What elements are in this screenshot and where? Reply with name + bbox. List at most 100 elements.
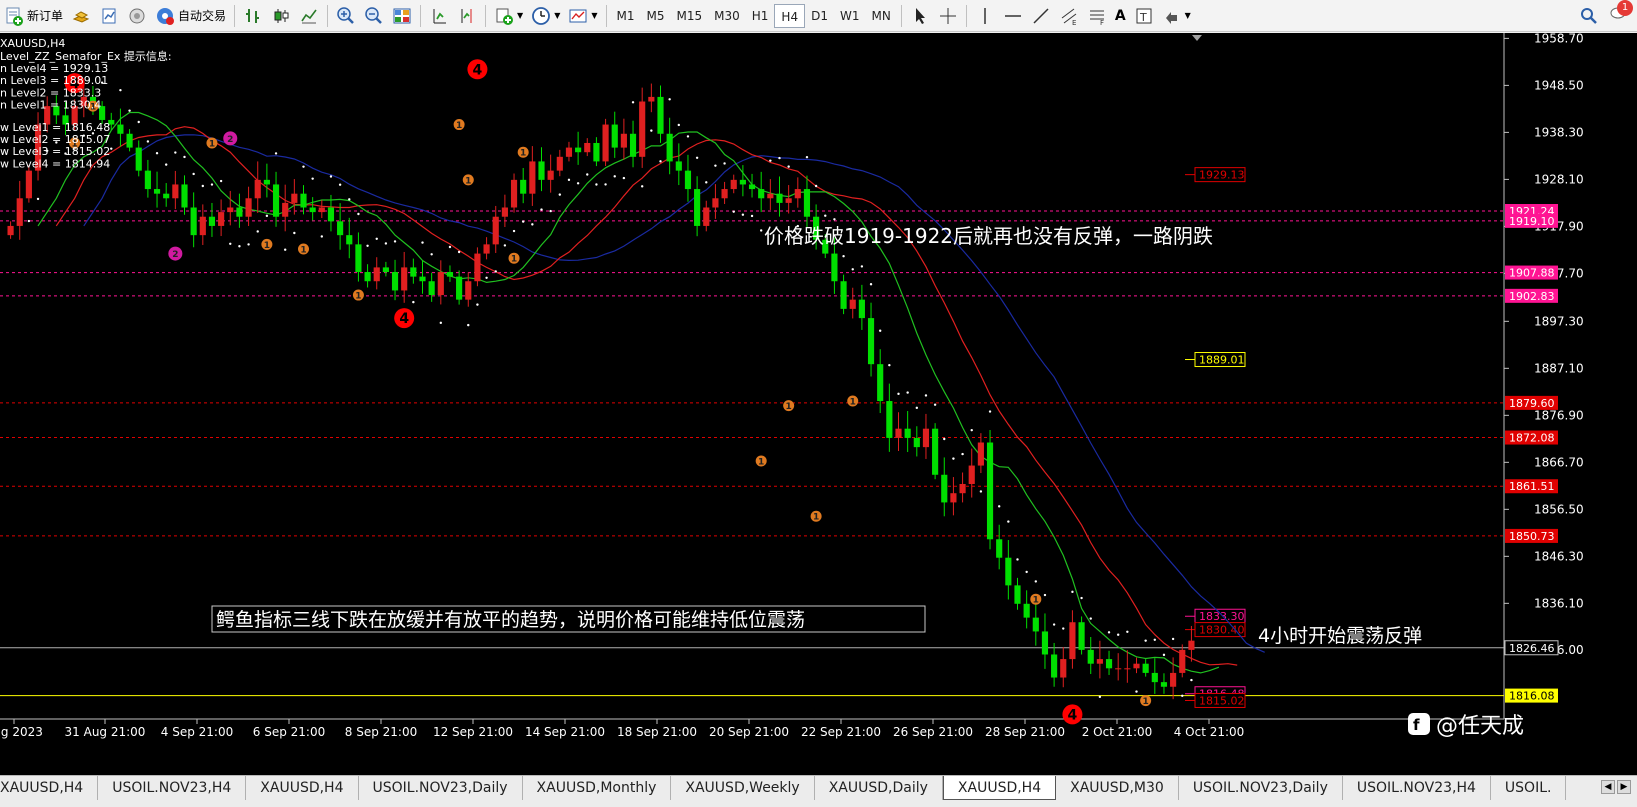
- signals-button[interactable]: [123, 3, 151, 29]
- timeframe-m1-button[interactable]: M1: [611, 4, 641, 28]
- auto-scroll-icon: [429, 6, 449, 26]
- sar-dot: [1071, 590, 1074, 594]
- sar-dot: [558, 193, 562, 196]
- sar-dot: [137, 120, 140, 124]
- candle-body: [208, 216, 216, 226]
- chart-tab[interactable]: XAUUSD,H4: [0, 776, 99, 800]
- candle-body: [877, 364, 884, 402]
- chart-tab[interactable]: XAUUSD,H4: [246, 776, 359, 800]
- periods-button[interactable]: ▼: [527, 3, 564, 29]
- sar-dot: [686, 135, 690, 138]
- sar-dot: [576, 182, 580, 185]
- timeframe-h1-button[interactable]: H1: [746, 4, 775, 28]
- zoom-in-button[interactable]: [332, 3, 360, 29]
- timeframe-h4-button[interactable]: H4: [774, 3, 806, 28]
- crosshair-button[interactable]: [934, 3, 962, 29]
- timeframe-m15-button[interactable]: M15: [671, 4, 709, 28]
- price-tick-label: 1876.90: [1534, 408, 1584, 422]
- candle-body: [730, 179, 737, 190]
- auto-scroll-button[interactable]: [425, 3, 453, 29]
- vertical-line-button[interactable]: [971, 3, 999, 29]
- semafor-marker-label: 2: [227, 135, 233, 145]
- semafor-marker-label: 4: [1068, 707, 1078, 723]
- chart-shift-button[interactable]: [453, 3, 481, 29]
- sar-dot: [457, 250, 461, 254]
- timeframe-d1-button[interactable]: D1: [805, 4, 834, 28]
- timeframe-m5-button[interactable]: M5: [641, 4, 671, 28]
- timeframe-w1-button[interactable]: W1: [834, 4, 866, 28]
- sar-dot: [201, 184, 205, 188]
- bid-price-label: 1826.46: [1509, 642, 1555, 655]
- time-tick-label: 12 Sep 21:00: [433, 725, 513, 739]
- templates-button[interactable]: ▼: [564, 3, 601, 29]
- price-chart[interactable]: 1958.701948.501938.301928.101917.901907.…: [0, 31, 1637, 775]
- sar-dot: [695, 156, 699, 160]
- level-box-label: 1833.30: [1199, 610, 1245, 623]
- annotation-alligator: 鳄鱼指标三线下跌在放缓并有放平的趋势，说明价格可能维持低位震荡: [216, 609, 805, 631]
- fibonacci-button[interactable]: F: [1083, 3, 1111, 29]
- auto-trade-button[interactable]: 自动交易: [151, 3, 230, 29]
- tab-scroll-left-icon[interactable]: ◀: [1601, 780, 1615, 794]
- chart-tab[interactable]: USOIL.: [1490, 776, 1567, 800]
- text-tool-icon: A: [1114, 7, 1126, 24]
- sar-dot: [677, 123, 681, 127]
- chart-tab[interactable]: USOIL.NOV23,Daily: [358, 776, 523, 800]
- chart-tab[interactable]: XAUUSD,Weekly: [671, 776, 815, 800]
- sar-dot: [622, 176, 626, 180]
- sar-dot: [155, 152, 159, 155]
- history-button[interactable]: [67, 3, 95, 29]
- sar-dot: [549, 209, 552, 213]
- line-chart-button[interactable]: [295, 3, 323, 29]
- chart-tab[interactable]: XAUUSD,H4: [942, 776, 1057, 800]
- text-label-button[interactable]: T: [1130, 3, 1158, 29]
- time-tick-label: 18 Sep 21:00: [617, 725, 697, 739]
- tile-windows-button[interactable]: [388, 3, 416, 29]
- bar-chart-button[interactable]: [239, 3, 267, 29]
- sar-dot: [1135, 690, 1138, 693]
- sar-dot: [293, 231, 296, 235]
- market-watch-button[interactable]: [95, 3, 123, 29]
- sar-dot: [1181, 694, 1184, 697]
- horizontal-line-button[interactable]: [999, 3, 1027, 29]
- candlestick-button[interactable]: [267, 3, 295, 29]
- chart-tab[interactable]: USOIL.NOV23,Daily: [1178, 776, 1343, 800]
- radar-icon: [127, 6, 147, 26]
- sar-dot: [613, 175, 616, 178]
- chart-tab[interactable]: XAUUSD,M30: [1056, 776, 1179, 800]
- chart-shift-icon: [457, 6, 477, 26]
- sar-dot: [229, 242, 232, 245]
- new-order-button[interactable]: 新订单: [0, 3, 67, 29]
- chart-tab[interactable]: USOIL.NOV23,H4: [98, 776, 247, 800]
- chart-window[interactable]: 1958.70 1948.50 1938.30 1928.10 1917.90 1907.…: [0, 31, 1637, 775]
- sar-dot: [1007, 520, 1010, 523]
- arrows-button[interactable]: ▼: [1158, 3, 1195, 29]
- channel-button[interactable]: E: [1055, 3, 1083, 29]
- sar-dot: [393, 240, 397, 243]
- fibonacci-icon: F: [1087, 6, 1107, 27]
- tab-scroll-right-icon[interactable]: ▶: [1617, 780, 1631, 794]
- semafor-marker-label: 1: [300, 245, 306, 255]
- text-button[interactable]: A: [1111, 3, 1130, 29]
- candle-body: [959, 483, 966, 494]
- cursor-button[interactable]: [906, 3, 934, 29]
- auto-trade-label: 自动交易: [178, 9, 227, 23]
- candle-body: [355, 244, 362, 273]
- timeframe-mn-button[interactable]: MN: [865, 4, 896, 28]
- search-icon[interactable]: [1579, 6, 1599, 26]
- sar-dot: [659, 160, 662, 163]
- chart-tab[interactable]: XAUUSD,Monthly: [522, 776, 672, 800]
- vertical-line-icon: [975, 6, 995, 26]
- sar-dot: [366, 244, 369, 247]
- chart-tab[interactable]: USOIL.NOV23,H4: [1342, 776, 1491, 800]
- sar-dot: [1016, 558, 1019, 561]
- trendline-button[interactable]: [1027, 3, 1055, 29]
- timeframe-m30-button[interactable]: M30: [708, 4, 746, 28]
- candle-body: [117, 124, 124, 134]
- zoom-out-button[interactable]: [360, 3, 388, 29]
- sar-dot: [146, 140, 150, 143]
- indicators-button[interactable]: ▼: [490, 3, 527, 29]
- candle-body: [300, 193, 307, 208]
- sar-dot: [888, 363, 891, 367]
- chart-tab[interactable]: XAUUSD,Daily: [814, 776, 943, 800]
- notification-button[interactable]: 1: [1609, 0, 1633, 27]
